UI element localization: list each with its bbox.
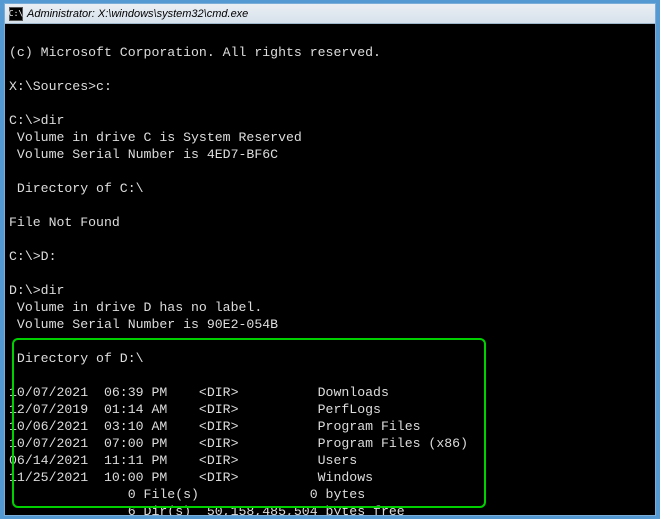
cmd-icon: C:\ — [9, 7, 23, 21]
titlebar[interactable]: C:\ Administrator: X:\windows\system32\c… — [5, 4, 655, 24]
highlight-box — [12, 338, 486, 508]
prompt-line: D:\>dir — [9, 283, 64, 298]
output-line: Volume Serial Number is 90E2-054B — [9, 317, 278, 332]
window-title: Administrator: X:\windows\system32\cmd.e… — [27, 8, 248, 20]
copyright-line: (c) Microsoft Corporation. All rights re… — [9, 45, 381, 60]
output-line: File Not Found — [9, 215, 120, 230]
prompt-line: X:\Sources>c: — [9, 79, 112, 94]
output-line: Volume in drive D has no label. — [9, 300, 262, 315]
prompt-line: C:\>D: — [9, 249, 56, 264]
cmd-window: C:\ Administrator: X:\windows\system32\c… — [4, 3, 656, 516]
terminal-output[interactable]: (c) Microsoft Corporation. All rights re… — [5, 24, 655, 515]
output-line: Volume Serial Number is 4ED7-BF6C — [9, 147, 278, 162]
prompt-line: C:\>dir — [9, 113, 64, 128]
output-line: Volume in drive C is System Reserved — [9, 130, 302, 145]
output-line: Directory of C:\ — [9, 181, 144, 196]
